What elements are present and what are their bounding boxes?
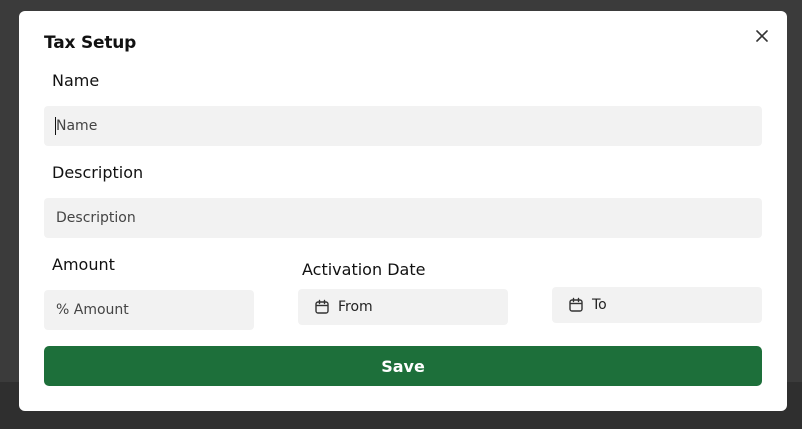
amount-label: Amount — [52, 255, 115, 274]
close-icon — [756, 30, 768, 42]
tax-setup-modal: Tax Setup Name Description Amount Activa… — [19, 11, 787, 411]
modal-title: Tax Setup — [44, 33, 137, 53]
amount-field[interactable] — [44, 290, 254, 330]
calendar-icon — [315, 299, 329, 314]
text-caret — [55, 117, 56, 135]
date-from-picker[interactable]: From — [298, 289, 508, 325]
date-to-picker[interactable]: To — [552, 287, 762, 323]
description-label: Description — [52, 163, 144, 182]
date-to-text: To — [592, 297, 607, 313]
save-button[interactable]: Save — [44, 346, 762, 386]
calendar-icon — [569, 297, 583, 312]
name-input[interactable] — [44, 106, 762, 146]
close-button[interactable] — [753, 27, 771, 45]
description-field[interactable] — [44, 198, 762, 238]
description-input[interactable] — [44, 198, 762, 238]
date-from-text: From — [338, 299, 373, 315]
amount-input[interactable] — [44, 290, 254, 330]
name-label: Name — [52, 71, 100, 90]
activation-date-label: Activation Date — [302, 260, 426, 279]
name-field[interactable] — [44, 106, 762, 146]
